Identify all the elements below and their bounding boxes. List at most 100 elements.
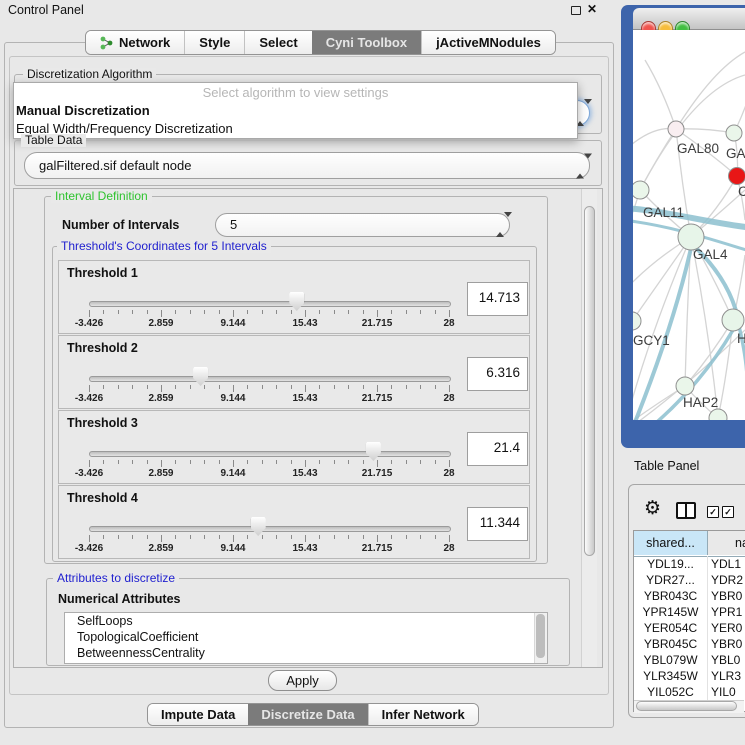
table-row[interactable]: YDR27...YDR2 (634, 572, 745, 588)
network-node[interactable] (633, 181, 649, 199)
tab-discretize-data[interactable]: Discretize Data (248, 704, 367, 725)
apply-button[interactable]: Apply (268, 670, 337, 691)
table-data-combobox[interactable]: galFiltered.sif default node (24, 152, 590, 179)
cell-shared-name[interactable]: YPR145W (634, 604, 708, 620)
tab-select[interactable]: Select (244, 31, 311, 54)
attribute-item-selfloops[interactable]: SelfLoops (65, 613, 547, 629)
number-of-intervals-spinner[interactable]: 5 (215, 213, 510, 237)
threshold-value-field[interactable]: 6.316 (467, 357, 528, 391)
slider-handle[interactable] (251, 517, 266, 536)
attributes-list-scrollbar-thumb[interactable] (536, 614, 545, 658)
close-icon[interactable]: ✕ (587, 2, 597, 16)
slider-tick (103, 460, 104, 464)
slider-tick (348, 535, 349, 539)
network-node[interactable] (633, 312, 641, 330)
slider-tick (103, 310, 104, 314)
cell-name[interactable]: YDR2 (711, 572, 745, 588)
tab-style[interactable]: Style (184, 31, 244, 54)
threshold-list: Threshold 1-3.4262.8599.14415.4321.71528… (58, 260, 528, 560)
network-node[interactable] (668, 121, 684, 137)
slider-track[interactable] (89, 451, 451, 457)
float-window-icon[interactable] (571, 6, 581, 15)
table-row[interactable]: YBL079WYBL0 (634, 652, 745, 668)
threshold-panel-4: Threshold 4-3.4262.8599.14415.4321.71528… (58, 485, 530, 559)
slider-tick (161, 310, 162, 317)
cell-shared-name[interactable]: YIL052C (634, 684, 708, 700)
slider-tick (219, 535, 220, 539)
table-header: shared... na (634, 531, 745, 557)
network-canvas[interactable]: GAL80GACGAL11GAL4GCY1HHAP2 (633, 30, 745, 420)
algorithm-dropdown-popup: Select algorithm to view settings Manual… (13, 82, 578, 139)
vertical-scrollbar-thumb[interactable] (584, 206, 595, 556)
tab-network[interactable]: Network (86, 31, 184, 54)
threshold-value-field[interactable]: 21.4 (467, 432, 528, 466)
table-row[interactable]: YLR345WYLR3 (634, 668, 745, 684)
cell-name[interactable]: YBL0 (711, 652, 745, 668)
table-row[interactable]: YPR145WYPR1 (634, 604, 745, 620)
slider-handle[interactable] (289, 292, 304, 311)
threshold-value-field[interactable]: 14.713 (467, 282, 528, 316)
cell-shared-name[interactable]: YBR043C (634, 588, 708, 604)
slider-tick (449, 385, 450, 392)
slider-tick (262, 535, 263, 539)
slider-tick-label: 2.859 (148, 318, 173, 329)
slider-tick (435, 385, 436, 389)
tab-jactivemnodules[interactable]: jActiveMNodules (421, 31, 555, 54)
column-header-name[interactable]: na (708, 531, 745, 555)
table-row[interactable]: YDL19...YDL1 (634, 556, 745, 572)
slider-tick (377, 535, 378, 542)
slider-tick (348, 310, 349, 314)
checkbox-icon[interactable]: ✓ (722, 506, 734, 518)
cell-shared-name[interactable]: YBL079W (634, 652, 708, 668)
cell-name[interactable]: YLR3 (711, 668, 745, 684)
slider-track[interactable] (89, 376, 451, 382)
network-node[interactable] (726, 125, 742, 141)
threshold-label: Threshold 1 (67, 266, 138, 280)
gear-icon[interactable]: ⚙ (644, 499, 661, 518)
network-node[interactable] (676, 377, 694, 395)
slider-track[interactable] (89, 301, 451, 307)
network-node[interactable] (722, 309, 744, 331)
cell-name[interactable]: YBR0 (711, 588, 745, 604)
table-row[interactable]: YIL052CYIL0 (634, 684, 745, 700)
dropdown-item-manual-discretization[interactable]: Manual Discretization (14, 102, 577, 120)
network-node[interactable] (709, 409, 727, 420)
network-node[interactable] (729, 168, 745, 185)
cell-name[interactable]: YDL1 (711, 556, 745, 572)
table-horizontal-scrollbar-thumb[interactable] (636, 701, 737, 711)
slider-track[interactable] (89, 526, 451, 532)
split-columns-icon[interactable] (676, 502, 696, 519)
slider-tick (204, 385, 205, 389)
column-header-shared-name[interactable]: shared... (634, 531, 708, 555)
cell-name[interactable]: YPR1 (711, 604, 745, 620)
dropdown-placeholder-item[interactable]: Select algorithm to view settings (14, 83, 577, 102)
table-row[interactable]: YBR043CYBR0 (634, 588, 745, 604)
cell-name[interactable]: YER0 (711, 620, 745, 636)
slider-handle[interactable] (193, 367, 208, 386)
network-window-titlebar[interactable] (633, 8, 745, 30)
cell-name[interactable]: YBR0 (711, 636, 745, 652)
slider-tick-label: 28 (443, 543, 454, 554)
attribute-item-betweennesscentrality[interactable]: BetweennessCentrality (65, 645, 547, 661)
slider-tick (435, 460, 436, 464)
top-tab-bar: NetworkStyleSelectCyni ToolboxjActiveMNo… (85, 30, 556, 55)
cell-shared-name[interactable]: YDR27... (634, 572, 708, 588)
slider-handle[interactable] (366, 442, 381, 461)
tab-impute-data[interactable]: Impute Data (148, 704, 248, 725)
cell-shared-name[interactable]: YBR045C (634, 636, 708, 652)
cell-shared-name[interactable]: YDL19... (634, 556, 708, 572)
cell-shared-name[interactable]: YER054C (634, 620, 708, 636)
tab-infer-network[interactable]: Infer Network (368, 704, 478, 725)
slider-tick (161, 385, 162, 392)
threshold-value-field[interactable]: 11.344 (467, 507, 528, 541)
cell-shared-name[interactable]: YLR345W (634, 668, 708, 684)
slider-tick (276, 535, 277, 539)
dropdown-item-equal-width-frequency[interactable]: Equal Width/Frequency Discretization (14, 120, 577, 138)
slider-tick (391, 460, 392, 464)
table-row[interactable]: YBR045CYBR0 (634, 636, 745, 652)
attribute-item-topologicalcoefficient[interactable]: TopologicalCoefficient (65, 629, 547, 645)
table-row[interactable]: YER054CYER0 (634, 620, 745, 636)
tab-cyni-toolbox[interactable]: Cyni Toolbox (312, 31, 421, 54)
cell-name[interactable]: YIL0 (711, 684, 745, 700)
checkbox-icon[interactable]: ✓ (707, 506, 719, 518)
